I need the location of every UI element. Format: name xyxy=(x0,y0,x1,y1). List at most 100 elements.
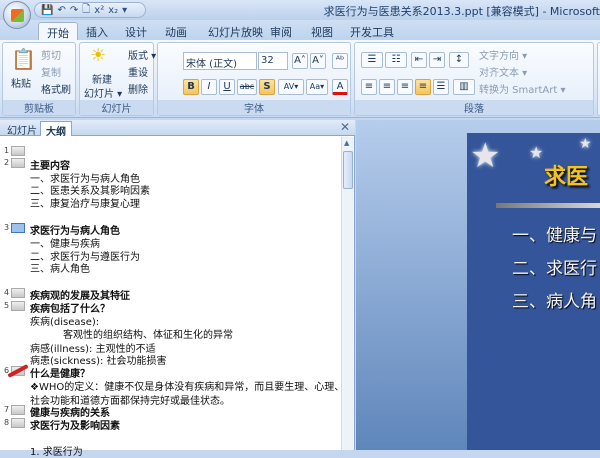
tab-animations[interactable]: 动画 xyxy=(157,22,195,40)
vertical-scrollbar[interactable]: ▲ xyxy=(341,137,354,450)
slide-icon[interactable] xyxy=(11,158,25,168)
clipboard-group-label: 剪贴板 xyxy=(3,100,75,115)
subscript-icon[interactable]: x₂ xyxy=(108,5,118,16)
delete-slide-button[interactable]: 删除 xyxy=(128,81,148,96)
new-slide-icon[interactable]: ☀ xyxy=(90,45,106,66)
slide-number: 7 xyxy=(4,405,10,414)
align-center-button[interactable]: ≡ xyxy=(379,79,395,95)
new-slide-button[interactable]: 新建 xyxy=(92,71,112,86)
outline-bullet[interactable]: 三、康复治疗与康复心理 xyxy=(30,195,140,210)
ribbon-tabs: 开始 插入 设计 动画 幻灯片放映 审阅 视图 开发工具 xyxy=(0,20,600,40)
scroll-up-icon[interactable]: ▲ xyxy=(344,139,349,147)
cut-button[interactable]: 剪切 xyxy=(41,47,61,62)
italic-button[interactable]: I xyxy=(201,79,217,95)
grow-font-button[interactable]: A˄ xyxy=(292,53,308,69)
tab-outline-pane[interactable]: 大纲 xyxy=(40,121,72,138)
distributed-button[interactable]: ☰ xyxy=(433,79,449,95)
slide-number: 5 xyxy=(4,301,10,310)
customize-qat-icon[interactable]: ▾ xyxy=(122,5,127,16)
tab-design[interactable]: 设计 xyxy=(117,22,155,40)
tab-insert[interactable]: 插入 xyxy=(78,22,116,40)
print-preview-icon[interactable]: 🗋 xyxy=(82,2,90,19)
format-painter-button[interactable]: 格式刷 xyxy=(41,81,71,96)
outline-bullet[interactable]: ❖WHO的定义：健康不仅是身体没有疾病和异常，而且要生理、心理、 xyxy=(30,378,344,393)
tab-review[interactable]: 审阅 xyxy=(262,22,300,40)
undo-icon[interactable]: ↶ xyxy=(57,5,65,16)
columns-button[interactable]: ▥ xyxy=(453,79,475,95)
paste-icon[interactable]: 📋 xyxy=(11,47,36,71)
clipboard-group: 📋 粘贴 剪切 复制 格式刷 剪贴板 xyxy=(2,42,76,116)
slide-icon[interactable] xyxy=(11,301,25,311)
scroll-thumb[interactable] xyxy=(343,151,353,189)
outline-bullet[interactable]: 三、病人角色 xyxy=(30,260,90,275)
font-group-label: 字体 xyxy=(158,100,350,115)
tab-view[interactable]: 视图 xyxy=(303,22,341,40)
slide-icon[interactable] xyxy=(11,405,25,415)
increase-indent-button[interactable]: ⇥ xyxy=(429,52,445,68)
close-pane-button[interactable]: ✕ xyxy=(340,120,350,134)
tab-home[interactable]: 开始 xyxy=(38,22,78,40)
slide-icon[interactable] xyxy=(11,146,25,156)
strikethrough-button[interactable]: abc xyxy=(237,79,257,95)
quick-access-toolbar: 💾 ↶ ↷ 🗋 x² x₂ ▾ xyxy=(34,2,146,18)
slide-title[interactable]: 求医 xyxy=(544,159,588,191)
slide-icon[interactable] xyxy=(11,223,25,233)
slide-bullet[interactable]: 三、病人角 xyxy=(512,287,597,312)
layout-button[interactable]: 版式 ▾ xyxy=(128,47,156,62)
tab-slideshow[interactable]: 幻灯片放映 xyxy=(200,22,271,40)
slide-icon[interactable] xyxy=(11,288,25,298)
change-case-button[interactable]: Aa▾ xyxy=(306,79,328,95)
office-button[interactable] xyxy=(3,1,31,29)
convert-smartart-button[interactable]: 转换为 SmartArt ▾ xyxy=(479,81,566,96)
font-color-button[interactable]: A xyxy=(332,79,348,95)
align-text-button[interactable]: 对齐文本 ▾ xyxy=(479,64,527,79)
justify-button[interactable]: ≡ xyxy=(415,79,431,95)
tab-slides-pane[interactable]: 幻灯片 xyxy=(2,121,42,137)
outline-bullet[interactable]: 1. 求医行为 xyxy=(30,443,83,458)
align-left-button[interactable]: ≡ xyxy=(361,79,377,95)
underline-button[interactable]: U xyxy=(219,79,235,95)
reset-button[interactable]: 重设 xyxy=(128,64,148,79)
tab-developer[interactable]: 开发工具 xyxy=(342,22,402,40)
star-icon: ★ xyxy=(470,136,501,176)
outline-bullet[interactable]: 客观性的组织结构、体征和生化的异常 xyxy=(63,326,233,341)
bullets-button[interactable]: ☰ xyxy=(361,52,383,68)
shrink-font-button[interactable]: A˅ xyxy=(310,53,326,69)
line-spacing-button[interactable]: ↕ xyxy=(449,52,469,68)
slide-bullet[interactable]: 一、健康与 xyxy=(512,221,597,246)
pane-tabs: 幻灯片 大纲 ✕ xyxy=(0,120,355,138)
slide-number: 3 xyxy=(4,223,10,232)
slide-canvas[interactable]: ★ ★ ★ 求医 一、健康与 二、求医行 三、病人角 xyxy=(467,133,600,450)
redo-icon[interactable]: ↷ xyxy=(70,5,78,16)
superscript-icon[interactable]: x² xyxy=(94,5,104,16)
font-group: 宋体 (正文) 32 A˄ A˅ ᴬᵇ B I U abc S AV▾ Aa▾ … xyxy=(157,42,351,116)
slides-group-label: 幻灯片 xyxy=(80,100,153,115)
decrease-indent-button[interactable]: ⇤ xyxy=(411,52,427,68)
text-direction-button[interactable]: 文字方向 ▾ xyxy=(479,47,527,62)
font-name-select[interactable]: 宋体 (正文) xyxy=(183,52,257,70)
text-shadow-button[interactable]: S xyxy=(259,79,275,95)
paste-button[interactable]: 粘贴 xyxy=(11,75,31,90)
slide-number: 2 xyxy=(4,158,10,167)
save-icon[interactable]: 💾 xyxy=(41,5,53,16)
slide-number: 8 xyxy=(4,418,10,427)
title-divider xyxy=(496,203,600,208)
slide-editing-area: ★ ★ ★ 求医 一、健康与 二、求医行 三、病人角 xyxy=(356,120,600,450)
copy-button[interactable]: 复制 xyxy=(41,64,61,79)
numbering-button[interactable]: ☷ xyxy=(385,52,407,68)
slide-icon[interactable] xyxy=(11,418,25,428)
align-right-button[interactable]: ≡ xyxy=(397,79,413,95)
paragraph-group: ☰ ☷ ⇤ ⇥ ↕ ≡ ≡ ≡ ≡ ☰ ▥ 文字方向 ▾ 对齐文本 ▾ 转换为 … xyxy=(354,42,594,116)
outline-slide-title[interactable]: 求医行为及影响因素 xyxy=(30,417,120,432)
slide-bullet[interactable]: 二、求医行 xyxy=(512,254,597,279)
new-slide-dropdown[interactable]: 幻灯片 ▾ xyxy=(84,85,122,100)
slide-number: 4 xyxy=(4,288,10,297)
font-size-select[interactable]: 32 xyxy=(258,52,288,70)
bold-button[interactable]: B xyxy=(183,79,199,95)
slide-number: 1 xyxy=(4,146,10,155)
character-spacing-button[interactable]: AV▾ xyxy=(278,79,304,95)
slides-group: ☀ 新建 幻灯片 ▾ 版式 ▾ 重设 删除 幻灯片 xyxy=(79,42,156,116)
office-logo-icon xyxy=(11,9,24,22)
clear-format-button[interactable]: ᴬᵇ xyxy=(332,53,348,69)
window-title: 求医行为与医患关系2013.3.ppt [兼容模式] - Microsoft xyxy=(323,5,600,18)
